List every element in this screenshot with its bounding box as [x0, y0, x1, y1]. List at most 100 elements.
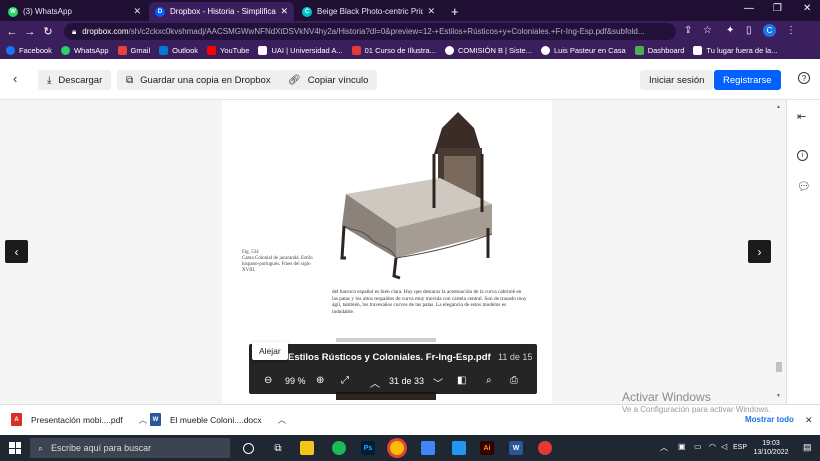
previous-file-button[interactable]: ‹ [5, 240, 28, 263]
next-page-icon[interactable]: ﹀ [433, 375, 443, 390]
scroll-up-icon[interactable]: ▲ [776, 104, 781, 110]
cortana-icon[interactable] [243, 443, 254, 454]
minimize-icon[interactable]: — [744, 3, 754, 14]
chevron-up-icon[interactable]: ︿ [139, 414, 148, 426]
bookmark-label: UAI | Universidad A... [271, 46, 343, 55]
profile-avatar[interactable]: C [763, 24, 776, 37]
tab-title: Dropbox - Historia - Simplifica tu [170, 7, 277, 16]
youtube-icon [207, 46, 216, 55]
illustrator-icon[interactable]: Ai [480, 441, 494, 455]
word-icon[interactable]: W [509, 441, 523, 455]
bookmark-lugar[interactable]: Tu lugar fuera de la... [693, 46, 777, 55]
next-file-button[interactable]: › [748, 240, 771, 263]
bookmark-label: WhatsApp [73, 46, 109, 55]
download-item[interactable]: A Presentación mobi....pdf ︿ [11, 413, 147, 426]
bookmark-label: Dashboard [647, 46, 685, 55]
extensions-icon[interactable]: ✦ [726, 25, 734, 36]
bookmark-comision[interactable]: COMISIÓN B | Siste... [444, 46, 532, 55]
url-field[interactable]: 🔒︎ dropbox.com/sh/c2ckxc0kvshmadj/AACSMG… [64, 23, 676, 40]
illustrator-icon [351, 46, 361, 55]
menu-icon[interactable]: ⋮ [786, 25, 796, 36]
bookmark-icon [693, 46, 703, 55]
close-icon[interactable]: ✕ [280, 6, 288, 17]
bookmark-outlook[interactable]: Outlook [159, 46, 198, 55]
bookmark-facebook[interactable]: Facebook [6, 46, 52, 55]
forward-icon[interactable]: → [21, 26, 39, 38]
file-position: 11 de 15 [498, 352, 533, 362]
info-icon[interactable]: i [797, 150, 808, 161]
taskbar-search[interactable]: ⌕ Escribe aquí para buscar [30, 438, 230, 458]
signup-button[interactable]: Registrarse [714, 70, 781, 90]
print-icon[interactable]: ⎙ [510, 375, 518, 386]
bookmark-dashboard[interactable]: Dashboard [634, 46, 685, 55]
download-button[interactable]: ⤓ Descargar [38, 70, 112, 90]
file-explorer-icon[interactable] [300, 441, 314, 455]
download-item[interactable]: W El mueble Coloni....docx ︿ [150, 413, 286, 426]
copy-link-button[interactable]: 🔗︎ Copiar vínculo [279, 70, 378, 90]
bookmark-uai[interactable]: UAI | Universidad A... [258, 46, 343, 55]
volume-icon[interactable]: ◁ [721, 442, 727, 451]
star-icon[interactable]: ☆ [703, 25, 712, 36]
new-tab-button[interactable]: + [451, 2, 459, 21]
right-side-panel: ⇤ i 💬︎ [786, 100, 820, 404]
search-icon: ⌕ [38, 442, 44, 453]
close-icon[interactable]: ✕ [133, 6, 141, 17]
language-indicator[interactable]: ESP [733, 444, 747, 451]
bookmark-label: COMISIÓN B | Siste... [457, 46, 532, 55]
comment-icon[interactable]: 💬︎ [797, 180, 811, 193]
viewer-scrollbar[interactable]: ▲ ▼ [776, 104, 782, 399]
calculator-icon[interactable] [421, 441, 435, 455]
tab-canva[interactable]: C Beige Black Photo-centric Pride S ✕ [296, 2, 441, 21]
page-layout-icon[interactable]: ◧ [457, 375, 466, 386]
wifi-icon[interactable]: ◠ [709, 442, 716, 451]
tab-whatsapp[interactable]: W (3) WhatsApp ✕ [2, 2, 147, 21]
close-window-icon[interactable]: ✕ [803, 3, 811, 14]
login-button[interactable]: Iniciar sesión [640, 70, 714, 90]
chrome-icon[interactable] [390, 441, 404, 455]
search-icon[interactable]: ⌕ [486, 375, 492, 386]
share-icon[interactable]: ⇪ [684, 25, 692, 36]
outlook-icon [159, 46, 169, 55]
close-icon[interactable]: ✕ [427, 6, 435, 17]
restore-icon[interactable]: ❐ [773, 3, 782, 14]
collapse-panel-icon[interactable]: ⇤ [797, 110, 806, 123]
back-chevron-icon[interactable]: ‹ [13, 71, 17, 86]
previous-page-icon[interactable]: ︿ [370, 375, 380, 390]
windows-start-icon[interactable] [9, 442, 21, 454]
tray-chevron-icon[interactable]: ︿ [660, 442, 668, 453]
fit-screen-icon[interactable]: ⤢ [341, 375, 349, 386]
reload-icon[interactable]: ↻ [39, 25, 57, 38]
lock-icon: 🔒︎ [72, 26, 77, 36]
show-all-downloads-link[interactable]: Mostrar todo [745, 415, 794, 424]
acrobat-icon[interactable] [538, 441, 552, 455]
gmail-icon [117, 46, 127, 55]
battery-icon[interactable]: ▭ [694, 442, 702, 451]
scroll-down-icon[interactable]: ▼ [776, 393, 781, 399]
bookmark-pasteur[interactable]: Luis Pasteur en Casa [540, 46, 626, 55]
task-view-icon[interactable]: ⧉ [271, 441, 285, 455]
close-downloads-icon[interactable]: ✕ [805, 415, 813, 426]
tab-strip: W (3) WhatsApp ✕ D Dropbox - Historia - … [0, 0, 820, 21]
notifications-icon[interactable]: ▤ [803, 442, 812, 453]
pdf-file-icon: A [11, 413, 22, 426]
tray-app-icon[interactable]: ▣ [678, 442, 686, 451]
scrollbar-thumb[interactable] [776, 362, 782, 372]
chevron-up-icon[interactable]: ︿ [278, 414, 287, 426]
bookmark-youtube[interactable]: YouTube [207, 46, 249, 55]
zoom-in-icon[interactable]: ⊕ [316, 375, 324, 386]
zoom-out-icon[interactable]: ⊖ [264, 375, 272, 386]
store-icon[interactable] [452, 441, 466, 455]
clock-date: 13/10/2022 [753, 449, 789, 456]
save-copy-button[interactable]: ⧉ Guardar una copia en Dropbox [117, 70, 280, 90]
tab-dropbox[interactable]: D Dropbox - Historia - Simplifica tu ✕ [149, 2, 294, 21]
bookmark-illustrator[interactable]: 01 Curso de Illustra... [351, 46, 436, 55]
colonial-bed-illustration [340, 112, 493, 280]
help-icon[interactable]: ? [798, 72, 810, 84]
bookmark-whatsapp[interactable]: WhatsApp [60, 46, 109, 55]
bookmark-gmail[interactable]: Gmail [117, 46, 150, 55]
photoshop-icon[interactable]: Ps [361, 441, 375, 455]
sidebar-icon[interactable]: ▯ [746, 25, 752, 36]
back-icon[interactable]: ← [3, 26, 21, 38]
clock[interactable]: 19:03 13/10/2022 [752, 439, 790, 457]
spotify-icon[interactable] [332, 441, 346, 455]
